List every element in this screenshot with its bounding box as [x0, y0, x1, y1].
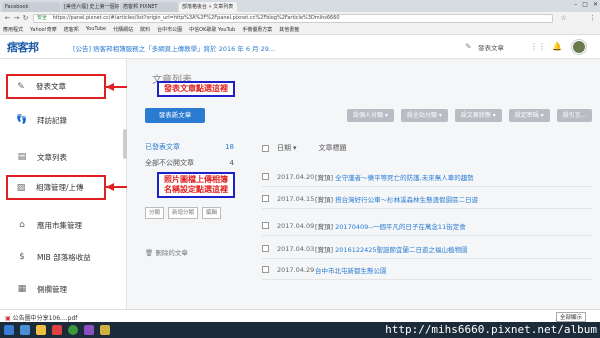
category-buttons: 分類 新增分類 編輯 [145, 201, 240, 225]
row-tag: [賞頂] [315, 195, 334, 204]
filter-personal-category[interactable]: 設個人分類 ▾ [347, 109, 394, 122]
select-all-checkbox[interactable] [262, 144, 269, 152]
pdf-icon: ▣ [5, 315, 11, 322]
row-title-text: 20170409--一個平凡的日子在萬念11街定食 [335, 222, 466, 231]
folder-label: 全部不公開文章 [145, 159, 194, 167]
download-item[interactable]: ▣ 公告圖中分享106....pdf [5, 313, 77, 322]
folder-count: 18 [225, 143, 234, 151]
app-icon[interactable] [100, 325, 110, 335]
row-checkbox[interactable] [262, 222, 269, 229]
table-row[interactable]: 2017.04.03 [賞頂] 2016122425聖誕節宜蘭二日遊之福山植物園 [262, 239, 592, 259]
row-tag: [賞頂] [315, 173, 334, 182]
row-title[interactable]: 台中市北屯新都生態公園 [315, 265, 387, 275]
row-date: 2017.04.15 [277, 194, 315, 203]
filter-password[interactable]: 設定密碼 ▾ [508, 109, 550, 122]
row-checkbox[interactable] [262, 195, 269, 202]
folder-published[interactable]: 已發表文章 18 [145, 139, 240, 155]
row-title[interactable]: [賞頂] 搭台灣好行公車～杉林溪森林生態渡假園區二日遊 [315, 194, 478, 204]
download-filename: 公告圖中分享106....pdf [12, 315, 78, 322]
filter-bar: 設個人分類 ▾ 設全站分類 ▾ 設文章狀態 ▾ 設定密碼 ▾ 設引言... [347, 109, 593, 122]
row-date: 2017.04.29 [277, 265, 315, 274]
row-date: 2017.04.20 [277, 172, 315, 181]
row-title[interactable]: [賞頂] 全守護者～樂平等死亡的防護,未來無人車的趨勢 [315, 172, 474, 182]
watermark-url: http://mihs6660.pixnet.net/album [385, 323, 597, 336]
downloads-bar: ▣ 公告圖中分享106....pdf 全部顯示 [0, 309, 600, 322]
callout-album-upload: 照片圖檔上傳相簿名稱設定點選這裡 [157, 172, 235, 198]
folder-deleted[interactable]: 🗑 刪除的文章 [145, 247, 188, 257]
filter-status[interactable]: 設文章狀態 ▾ [454, 109, 502, 122]
table-row[interactable]: 2017.04.29 台中市北屯新都生態公園 [262, 260, 592, 280]
folder-icon[interactable] [36, 325, 46, 335]
category-button[interactable]: 分類 [145, 207, 165, 219]
filter-site-category[interactable]: 設全站分類 ▾ [400, 109, 448, 122]
row-date: 2017.04.09 [277, 221, 315, 230]
row-tag: [賞頂] [315, 222, 334, 231]
table-row[interactable]: 2017.04.15 [賞頂] 搭台灣好行公車～杉林溪森林生態渡假園區二日遊 [262, 189, 592, 209]
row-title-text: 全守護者～樂平等死亡的防護,未來無人車的趨勢 [335, 173, 474, 182]
windows-start-icon[interactable] [4, 325, 14, 335]
row-checkbox[interactable] [262, 245, 269, 252]
row-title-text: 2016122425聖誕節宜蘭二日遊之福山植物園 [335, 245, 468, 254]
row-title-text: 搭台灣好行公車～杉林溪森林生態渡假園區二日遊 [335, 195, 479, 204]
folder-private[interactable]: 全部不公開文章 4 [145, 155, 240, 171]
taskbar: http://mihs6660.pixnet.net/album [0, 322, 600, 338]
row-title-text: 台中市北屯新都生態公園 [315, 266, 387, 275]
show-all-downloads-button[interactable]: 全部顯示 [555, 312, 586, 322]
arrowhead [106, 183, 114, 191]
table-row[interactable]: 2017.04.20 [賞頂] 全守護者～樂平等死亡的防護,未來無人車的趨勢 [262, 167, 592, 187]
callout-post-article: 發表文章點選這裡 [157, 81, 235, 97]
ie-icon[interactable] [20, 325, 30, 335]
row-title[interactable]: [賞頂] 2016122425聖誕節宜蘭二日遊之福山植物園 [315, 244, 468, 254]
arrowhead [106, 83, 114, 91]
trash-icon: 🗑 [145, 249, 154, 257]
article-folders: 已發表文章 18 全部不公開文章 4 分類 新增分類 編輯 🗑 刪除的文章 [145, 139, 240, 257]
folder-count: 4 [229, 159, 234, 167]
row-title[interactable]: [賞頂] 20170409--一個平凡的日子在萬念11街定食 [315, 221, 466, 231]
sort-icon[interactable]: ▾ [293, 144, 297, 152]
add-category-button[interactable]: 新增分類 [168, 207, 199, 219]
folder-label: 已發表文章 [145, 143, 180, 151]
row-checkbox[interactable] [262, 266, 269, 273]
row-date: 2017.04.03 [277, 244, 315, 253]
new-article-button[interactable]: 發表新文章 [145, 108, 205, 123]
date-column-header[interactable]: 日期 [277, 143, 291, 153]
chrome-icon[interactable] [68, 325, 78, 335]
filter-quote[interactable]: 設引言... [556, 109, 593, 122]
row-tag: [賞頂] [315, 245, 334, 254]
row-checkbox[interactable] [262, 173, 269, 180]
edit-category-button[interactable]: 編輯 [202, 207, 222, 219]
media-icon[interactable] [52, 325, 62, 335]
folder-label: 刪除的文章 [155, 249, 188, 257]
table-row[interactable]: 2017.04.09 [賞頂] 20170409--一個平凡的日子在萬念11街定… [262, 216, 592, 236]
list-header: 日期 ▾ 文章標題 [262, 141, 592, 155]
app-icon[interactable] [84, 325, 94, 335]
title-column-header: 文章標題 [318, 144, 347, 152]
